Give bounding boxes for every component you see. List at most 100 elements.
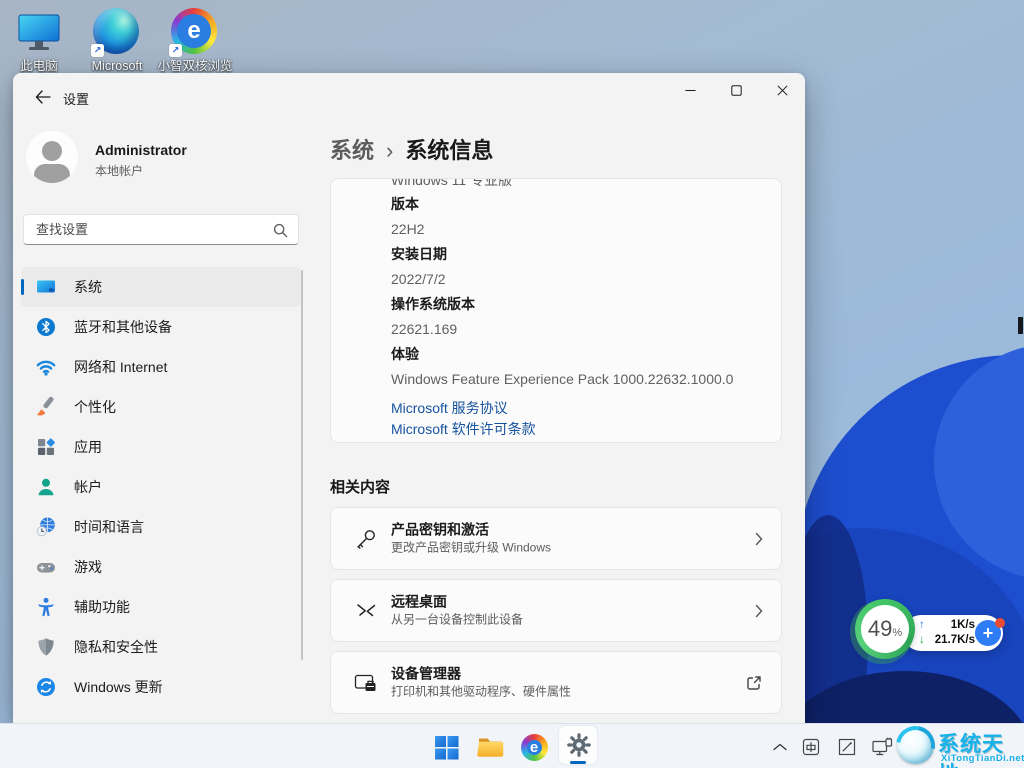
sidebar-item-accessibility[interactable]: 辅助功能 (21, 587, 301, 627)
os-edition-clipped: Windows 11 专业版 (391, 179, 781, 192)
sidebar-item-network[interactable]: 网络和 Internet (21, 347, 301, 387)
net-speed-pill[interactable]: ↑ 1K/s ↓ 21.7K/s + (903, 615, 1003, 651)
account-type: 本地帐户 (95, 162, 143, 179)
tray-chevron-up[interactable] (768, 735, 792, 759)
screen-artifact (1018, 317, 1023, 334)
percent-symbol: % (892, 627, 902, 639)
breadcrumb-current: 系统信息 (405, 138, 493, 163)
notification-dot (995, 618, 1005, 628)
system-icon (35, 276, 57, 298)
browser-e-icon: e (521, 734, 548, 761)
settings-taskbar-button[interactable] (565, 731, 593, 759)
related-card-subtitle: 打印机和其他驱动程序、硬件属性 (391, 683, 571, 700)
close-icon (777, 85, 788, 96)
desktop: 此电脑 ↗ Microsoft e ↗ 小智双核浏览 设置 (0, 0, 1024, 768)
tray-display-utility[interactable] (870, 735, 894, 759)
key-icon (353, 526, 379, 552)
sidebar-item-label: 个性化 (74, 397, 116, 417)
license-terms-link[interactable]: Microsoft 软件许可条款 (391, 419, 781, 440)
sidebar-item-windows-update[interactable]: Windows 更新 (21, 667, 301, 707)
avatar[interactable] (26, 131, 78, 183)
sidebar-item-privacy[interactable]: 隐私和安全性 (21, 627, 301, 667)
browser-e-icon: e (171, 8, 217, 54)
download-row: ↓ 21.7K/s (919, 633, 975, 648)
sidebar-item-time-language[interactable]: 时间和语言 (21, 507, 301, 547)
info-label: 安装日期 (391, 242, 781, 267)
chevron-right-icon (755, 532, 763, 546)
accessibility-icon (35, 596, 57, 618)
memory-percent-ball[interactable]: 49 % (855, 599, 915, 659)
sidebar-item-accounts[interactable]: 帐户 (21, 467, 301, 507)
minimize-icon (685, 85, 696, 96)
breadcrumb-separator: › (374, 138, 405, 163)
related-card-title: 远程桌面 (391, 593, 523, 610)
gamepad-icon (35, 556, 57, 578)
sidebar-item-label: 帐户 (74, 477, 102, 497)
maximize-button[interactable] (714, 75, 758, 105)
info-label: 操作系统版本 (391, 292, 781, 317)
sidebar-item-gaming[interactable]: 游戏 (21, 547, 301, 587)
sidebar-item-personalization[interactable]: 个性化 (21, 387, 301, 427)
related-card-device-manager[interactable]: 设备管理器 打印机和其他驱动程序、硬件属性 (330, 651, 782, 714)
download-arrow-icon: ↓ (919, 633, 925, 648)
selected-indicator (21, 279, 24, 295)
account-name: Administrator (95, 142, 187, 158)
related-card-subtitle: 从另一台设备控制此设备 (391, 611, 523, 628)
sidebar-item-label: 系统 (74, 277, 102, 297)
desktop-icon-browser[interactable]: e ↗ 小智双核浏览 (154, 8, 236, 73)
info-value: Windows Feature Experience Pack 1000.226… (391, 367, 781, 392)
active-app-indicator (570, 761, 586, 764)
desktop-icon-microsoft-edge[interactable]: ↗ Microsoft (76, 8, 158, 73)
device-manager-icon (353, 671, 379, 695)
gear-icon (566, 732, 592, 758)
os-info-card: Windows 11 专业版 版本 22H2 安装日期 2022/7/2 操作系… (330, 178, 782, 443)
maximize-icon (731, 85, 742, 96)
related-card-remote-desktop[interactable]: 远程桌面 从另一台设备控制此设备 (330, 579, 782, 642)
watermark-logo-icon (897, 727, 934, 764)
remote-desktop-icon (353, 599, 379, 623)
back-button[interactable] (29, 85, 57, 109)
watermark-site: XiTongTianDi.net (941, 753, 1024, 764)
desktop-icon-label: 小智双核浏览 (154, 59, 236, 73)
search-input[interactable] (24, 215, 298, 244)
settings-window: 设置 Administrator 本地帐户 系统 (13, 73, 805, 723)
info-value: 2022/7/2 (391, 267, 781, 292)
globe-clock-icon (35, 516, 57, 538)
sidebar-item-label: 辅助功能 (74, 597, 130, 617)
browser-taskbar-button[interactable]: e (520, 733, 548, 761)
desktop-icon-label: 此电脑 (0, 59, 80, 73)
desktop-icon-this-pc[interactable]: 此电脑 (0, 8, 80, 73)
upload-row: ↑ 1K/s (919, 618, 975, 633)
sidebar-item-bluetooth[interactable]: 蓝牙和其他设备 (21, 307, 301, 347)
close-button[interactable] (760, 75, 804, 105)
sidebar-item-label: Windows 更新 (74, 677, 163, 697)
sidebar-item-label: 网络和 Internet (74, 357, 167, 377)
upload-arrow-icon: ↑ (919, 618, 925, 633)
related-card-activation[interactable]: 产品密钥和激活 更改产品密钥或升级 Windows (330, 507, 782, 570)
sidebar-scrollbar[interactable] (301, 270, 303, 660)
breadcrumb-parent[interactable]: 系统 (330, 138, 374, 163)
monitor-plug-icon (871, 737, 894, 757)
tray-input-method[interactable] (799, 735, 823, 759)
services-agreement-link[interactable]: Microsoft 服务协议 (391, 398, 781, 419)
start-button[interactable] (432, 733, 460, 761)
sidebar-item-label: 游戏 (74, 557, 102, 577)
breadcrumb: 系统›系统信息 (330, 133, 493, 165)
info-label: 体验 (391, 342, 781, 367)
wifi-icon (35, 356, 57, 378)
shield-icon (35, 636, 57, 658)
download-speed: 21.7K/s (935, 633, 975, 648)
brush-icon (35, 396, 57, 418)
search-box (23, 214, 299, 245)
watermark: 系统天地 XiTongTianDi.net (893, 724, 1024, 768)
info-value: 22621.169 (391, 317, 781, 342)
sidebar-item-system[interactable]: 系统 (21, 267, 301, 307)
file-explorer-button[interactable] (476, 733, 504, 761)
sidebar-item-apps[interactable]: 应用 (21, 427, 301, 467)
tray-pen-utility[interactable] (835, 735, 859, 759)
input-method-icon (801, 737, 821, 757)
sidebar-item-label: 时间和语言 (74, 517, 144, 537)
sidebar-item-label: 应用 (74, 437, 102, 457)
apps-icon (35, 436, 57, 458)
minimize-button[interactable] (668, 75, 712, 105)
